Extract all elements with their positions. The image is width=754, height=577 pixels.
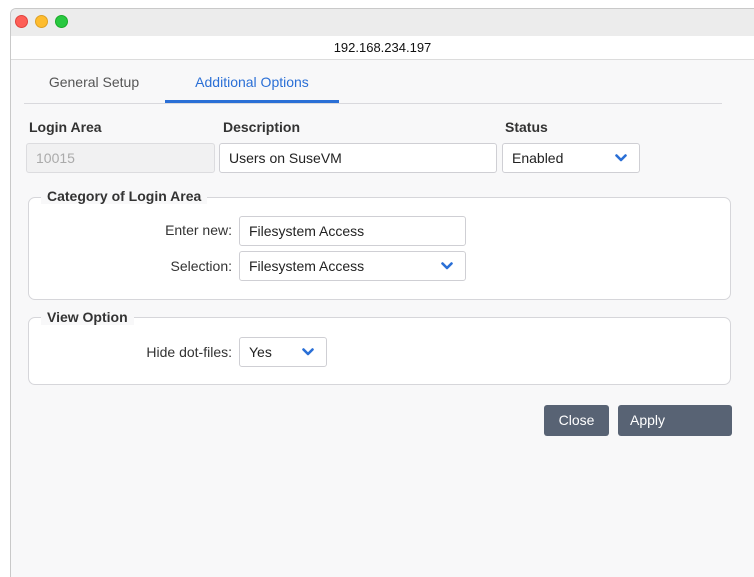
title-bar xyxy=(11,9,754,36)
hide-dotfiles-select[interactable]: Yes xyxy=(239,337,327,367)
status-select-value: Enabled xyxy=(512,150,564,166)
apply-button[interactable]: Apply xyxy=(618,405,732,436)
hide-dotfiles-select-value: Yes xyxy=(249,344,272,360)
category-group-title: Category of Login Area xyxy=(41,188,208,204)
chevron-down-icon xyxy=(441,262,453,270)
login-area-label: Login Area xyxy=(29,119,102,135)
window-minimize-button[interactable] xyxy=(35,15,48,28)
enter-new-label: Enter new: xyxy=(165,222,232,238)
chevron-down-icon xyxy=(302,348,314,356)
tab-bar: General Setup Additional Options xyxy=(24,69,722,104)
selection-label: Selection: xyxy=(170,258,232,274)
chevron-down-icon xyxy=(615,154,627,162)
hide-dotfiles-label: Hide dot-files: xyxy=(146,344,232,360)
selection-select[interactable]: Filesystem Access xyxy=(239,251,466,281)
description-field[interactable]: Users on SuseVM xyxy=(219,143,497,173)
address-bar: 192.168.234.197 xyxy=(11,36,754,60)
window-close-button[interactable] xyxy=(15,15,28,28)
window-maximize-button[interactable] xyxy=(55,15,68,28)
status-label: Status xyxy=(505,119,548,135)
tab-additional-options[interactable]: Additional Options xyxy=(165,69,339,103)
selection-select-value: Filesystem Access xyxy=(249,258,365,274)
enter-new-field[interactable]: Filesystem Access xyxy=(239,216,466,246)
category-group xyxy=(28,197,731,300)
status-select[interactable]: Enabled xyxy=(502,143,640,173)
tab-general-setup[interactable]: General Setup xyxy=(24,69,164,103)
view-option-group-title: View Option xyxy=(41,309,134,325)
close-button[interactable]: Close xyxy=(544,405,609,436)
description-label: Description xyxy=(223,119,301,135)
app-window: 192.168.234.197 General Setup Additional… xyxy=(10,8,754,577)
login-area-field: 10015 xyxy=(26,143,215,173)
